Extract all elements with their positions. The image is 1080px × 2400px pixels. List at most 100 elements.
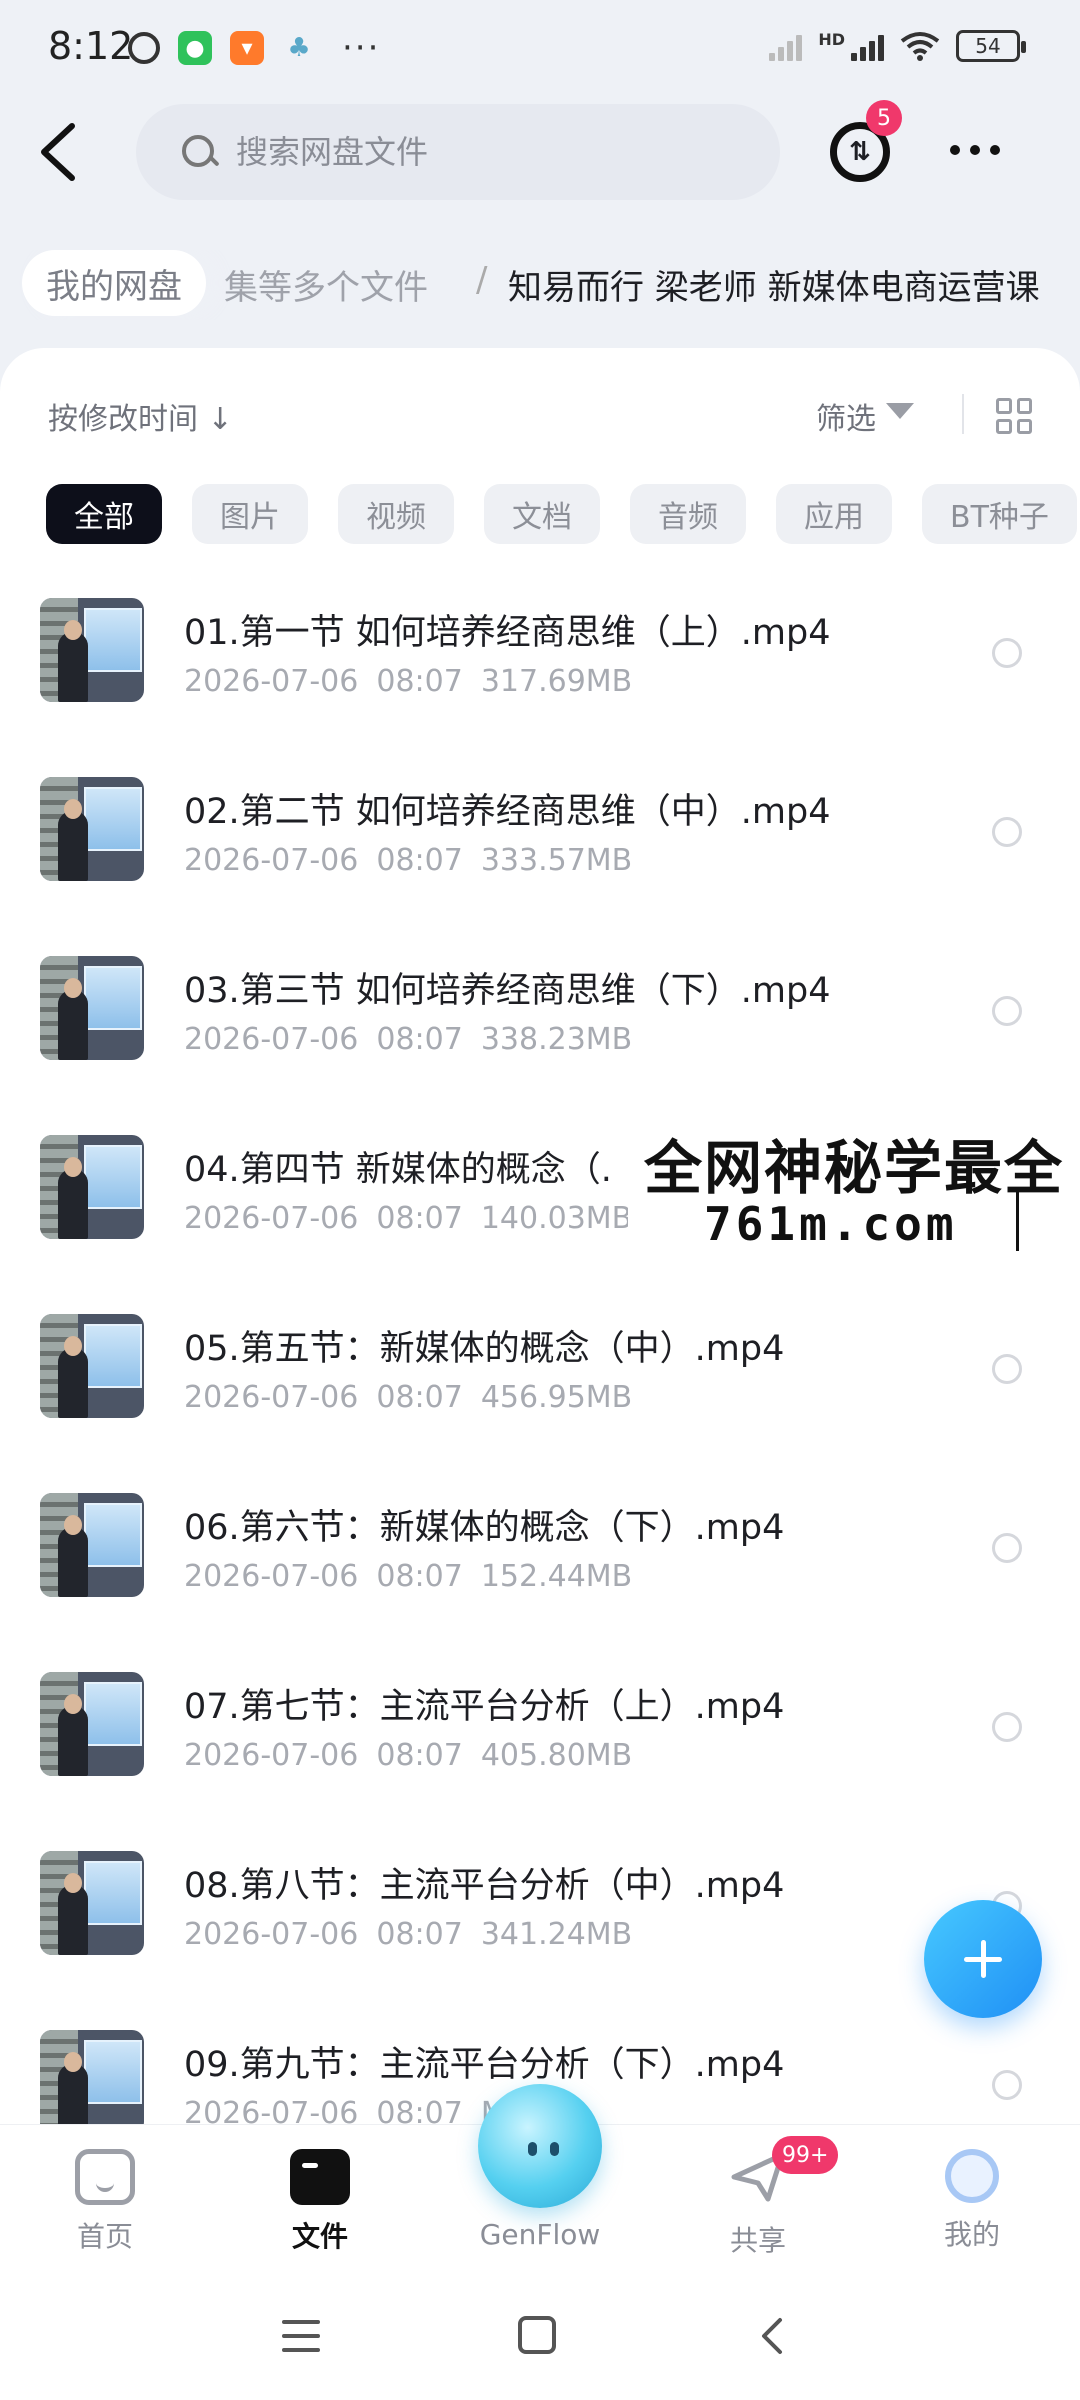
video-thumbnail [40, 2030, 144, 2128]
file-name: 04.第四节 新媒体的概念（. [184, 1150, 612, 1190]
file-row[interactable]: 01.第一节 如何培养经商思维（上）.mp4 2026-07-06 08:07 31… [0, 576, 1080, 755]
file-date: 2026-07-06 [184, 1201, 359, 1236]
select-radio[interactable] [992, 1354, 1022, 1384]
tab-all[interactable]: 全部 [46, 484, 162, 544]
sort-label: 按修改时间 [48, 402, 198, 437]
breadcrumb-root[interactable]: 我的网盘 [22, 250, 206, 316]
file-time: 08:07 [376, 1738, 463, 1773]
file-name: 03.第三节 如何培养经商思维（下）.mp4 [184, 971, 831, 1011]
watermark-line1: 全网神秘学最全 [644, 1134, 1065, 1202]
file-time: 08:07 [376, 843, 463, 878]
add-button[interactable] [924, 1900, 1042, 2018]
file-name: 01.第一节 如何培养经商思维（上）.mp4 [184, 613, 831, 653]
file-size: 338.23MB [480, 1022, 633, 1057]
hd-label: HD [818, 30, 845, 49]
file-meta: 2026-07-06 08:07 140.03MB [184, 1201, 632, 1236]
watermark-overlay: 全网神秘学最全 761m.com [628, 1103, 1080, 1263]
watermark-caret [1016, 1191, 1019, 1251]
video-thumbnail [40, 956, 144, 1060]
sort-arrow-icon: ↓ [207, 402, 233, 437]
video-thumbnail [40, 598, 144, 702]
signal-icon [851, 31, 884, 61]
folder-icon [290, 2149, 350, 2205]
file-meta: 2026-07-06 08:07 333.57MB [184, 843, 632, 878]
nav-me-label: 我的 [943, 2218, 1000, 2251]
file-date: 2026-07-06 [184, 1559, 359, 1594]
file-size: 456.95MB [480, 1380, 633, 1415]
file-time: 08:07 [376, 1201, 463, 1236]
select-radio[interactable] [992, 996, 1022, 1026]
select-radio[interactable] [992, 817, 1022, 847]
search-icon [180, 133, 218, 171]
transfer-count-badge: 5 [866, 100, 902, 136]
grid-view-icon[interactable] [996, 398, 1032, 434]
status-bar: 8:12 ● ▾ ♣ ··· HD 54 [0, 0, 1080, 100]
video-thumbnail [40, 1135, 144, 1239]
genflow-assistant-icon[interactable] [478, 2084, 602, 2208]
wechat-icon: ● [178, 31, 212, 65]
tab-images[interactable]: 图片 [192, 484, 308, 544]
file-row[interactable]: 03.第三节 如何培养经商思维（下）.mp4 2026-07-06 08:07 33… [0, 934, 1080, 1113]
nav-home-label: 首页 [76, 2220, 133, 2253]
file-time: 08:07 [376, 1380, 463, 1415]
nav-files[interactable]: 文件 [240, 2149, 400, 2255]
tab-videos[interactable]: 视频 [338, 484, 454, 544]
profile-icon [945, 2149, 999, 2203]
search-bar[interactable] [136, 104, 780, 200]
file-time: 08:07 [376, 664, 463, 699]
file-name: 09.第九节：主流平台分析（下）.mp4 [184, 2045, 785, 2085]
select-radio[interactable] [992, 638, 1022, 668]
file-size: 333.57MB [480, 843, 633, 878]
tab-apps[interactable]: 应用 [776, 484, 892, 544]
file-date: 2026-07-06 [184, 1380, 359, 1415]
nav-files-label: 文件 [291, 2220, 348, 2253]
file-meta: 2026-07-06 08:07 338.23MB [184, 1022, 632, 1057]
file-row[interactable]: 06.第六节：新媒体的概念（下）.mp4 2026-07-06 08:07 152.… [0, 1471, 1080, 1650]
home-button[interactable] [518, 2316, 556, 2354]
file-row[interactable]: 08.第八节：主流平台分析（中）.mp4 2026-07-06 08:07 341.… [0, 1829, 1080, 2008]
video-thumbnail [40, 1851, 144, 1955]
clover-icon: ♣ [287, 33, 311, 63]
nav-genflow-label[interactable]: GenFlow [440, 2218, 640, 2251]
file-date: 2026-07-06 [184, 664, 359, 699]
file-name: 02.第二节 如何培养经商思维（中）.mp4 [184, 792, 831, 832]
sort-button[interactable]: 按修改时间 ↓ [48, 394, 233, 438]
filter-label: 筛选 [816, 402, 876, 437]
file-row[interactable]: 07.第七节：主流平台分析（上）.mp4 2026-07-06 08:07 405.… [0, 1650, 1080, 1829]
back-button[interactable] [32, 120, 88, 184]
file-size: 140.03MB [480, 1201, 633, 1236]
file-row[interactable]: 05.第五节：新媒体的概念（中）.mp4 2026-07-06 08:07 456.… [0, 1292, 1080, 1471]
file-meta: 2026-07-06 08:07 405.80MB [184, 1738, 632, 1773]
file-size: 405.80MB [480, 1738, 633, 1773]
home-icon [75, 2149, 135, 2205]
tab-bt-torrents[interactable]: BT种子 [922, 484, 1077, 544]
system-indicators: HD 54 [769, 30, 1026, 62]
file-list: 01.第一节 如何培养经商思维（上）.mp4 2026-07-06 08:07 31… [0, 576, 1080, 2128]
share-count-badge: 99+ [772, 2136, 839, 2174]
breadcrumb-current-folder: 知易而行 梁老师 新媒体电商运营课 [508, 268, 1040, 308]
file-name: 05.第五节：新媒体的概念（中）.mp4 [184, 1329, 785, 1369]
tab-audio[interactable]: 音频 [630, 484, 746, 544]
file-date: 2026-07-06 [184, 1917, 359, 1952]
file-time: 08:07 [376, 1917, 463, 1952]
file-date: 2026-07-06 [184, 1738, 359, 1773]
select-radio[interactable] [992, 1712, 1022, 1742]
search-input[interactable] [236, 133, 756, 171]
breadcrumb-middle[interactable]: 集等多个文件 [224, 260, 428, 309]
more-notifications-icon: ··· [342, 28, 381, 68]
nav-me[interactable]: 我的 [892, 2149, 1052, 2253]
filter-button[interactable]: 筛选 [816, 394, 920, 438]
file-time: 08:07 [376, 1559, 463, 1594]
select-radio[interactable] [992, 2070, 1022, 2100]
file-size: 317.69MB [480, 664, 633, 699]
system-back-button[interactable] [754, 2316, 790, 2356]
recent-apps-button[interactable] [282, 2320, 320, 2352]
file-row[interactable]: 02.第二节 如何培养经商思维（中）.mp4 2026-07-06 08:07 33… [0, 755, 1080, 934]
orb-eye [528, 2142, 537, 2156]
wifi-icon [900, 32, 940, 61]
tab-documents[interactable]: 文档 [484, 484, 600, 544]
more-options-button[interactable] [950, 130, 1010, 170]
alarm-icon [128, 32, 160, 64]
nav-home[interactable]: 首页 [25, 2149, 185, 2255]
select-radio[interactable] [992, 1533, 1022, 1563]
